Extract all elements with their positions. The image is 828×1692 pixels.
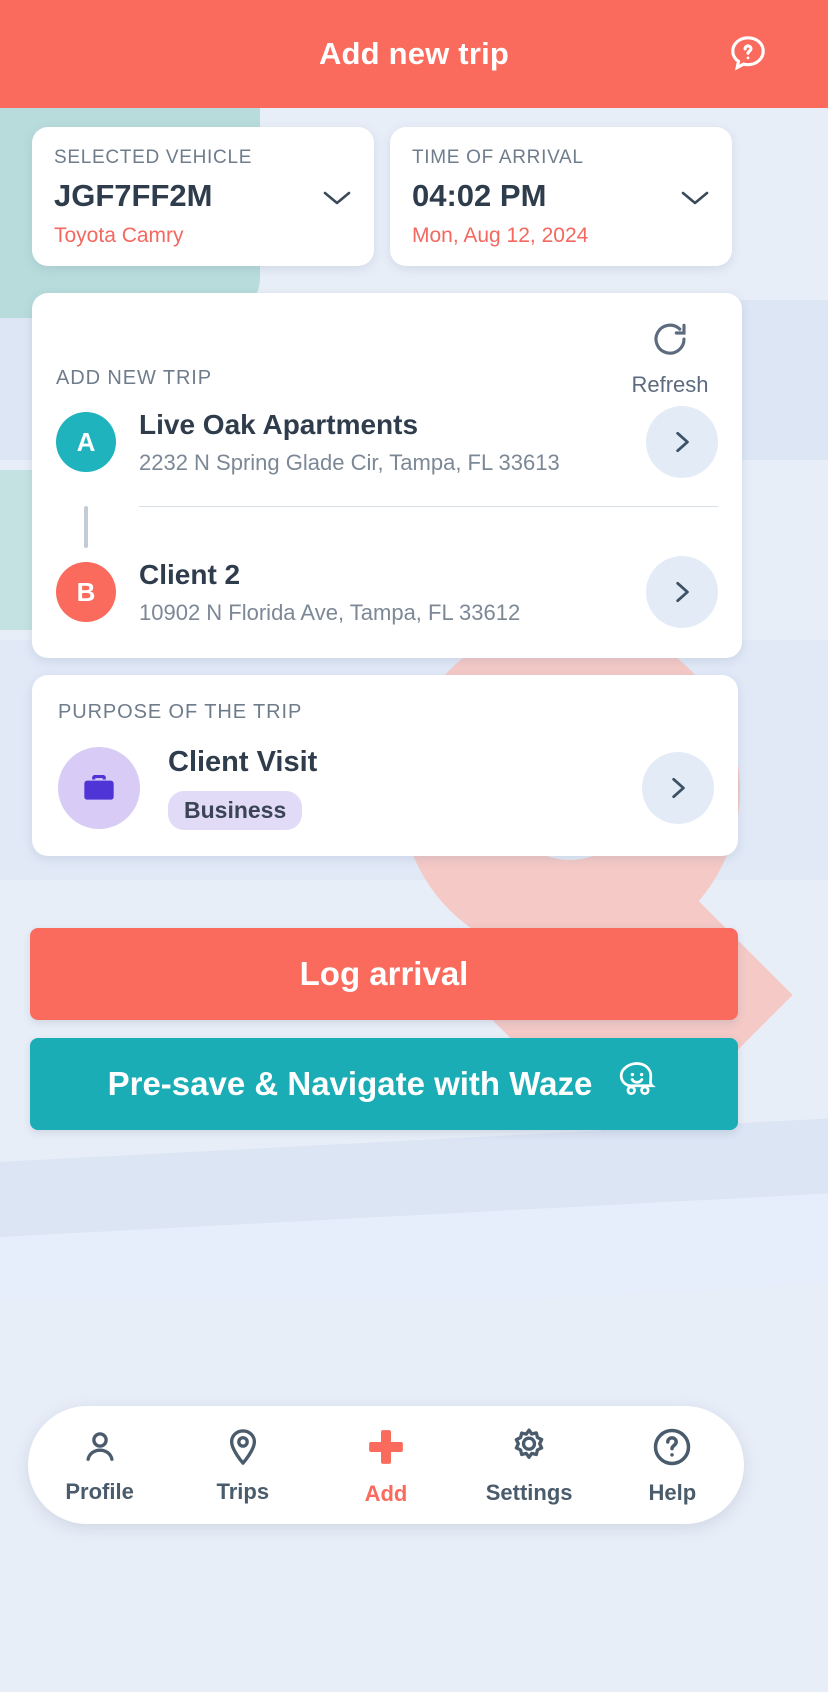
chevron-right-icon[interactable]	[642, 752, 714, 824]
stop-address: 10902 N Florida Ave, Tampa, FL 33612	[139, 599, 521, 625]
waze-smiley-icon	[614, 1057, 660, 1111]
nav-label-trips: Trips	[216, 1478, 270, 1504]
page-title: Add new trip	[318, 36, 510, 71]
time-of-arrival-value: 04:02 PM	[412, 178, 547, 213]
nav-item-add[interactable]: Add	[321, 1424, 451, 1507]
add-new-trip-label: ADD NEW TRIP	[56, 367, 212, 389]
nav-item-settings[interactable]: Settings	[464, 1425, 594, 1506]
app-header: Add new trip	[0, 0, 828, 108]
stop-name: Client 2	[139, 558, 241, 590]
status-badge: Business	[168, 791, 303, 830]
purpose-of-trip-card[interactable]: PURPOSE OF THE TRIP Client Visit Busines…	[32, 675, 738, 856]
purpose-label: PURPOSE OF THE TRIP	[58, 701, 303, 723]
stop-address: 2232 N Spring Glade Cir, Tampa, FL 33613	[139, 449, 560, 475]
stop-marker-b: B	[56, 562, 116, 622]
bottom-navigation-bar: Profile Trips Add Settings Help	[28, 1406, 744, 1524]
waze-navigate-button[interactable]: Pre-save & Navigate with Waze	[30, 1038, 738, 1130]
waze-label: Pre-save & Navigate with Waze	[107, 1065, 593, 1102]
log-arrival-button[interactable]: Log arrival	[30, 928, 738, 1020]
chevron-down-icon[interactable]	[680, 189, 710, 207]
selected-vehicle-model: Toyota Camry	[54, 224, 184, 247]
purpose-name: Client Visit	[168, 746, 318, 778]
refresh-label: Refresh	[631, 372, 709, 397]
plus-icon	[363, 1424, 409, 1475]
nav-label-help: Help	[648, 1479, 697, 1505]
time-of-arrival-date: Mon, Aug 12, 2024	[412, 224, 589, 247]
selector-row: SELECTED VEHICLE JGF7FF2M Toyota Camry T…	[32, 127, 796, 266]
chevron-right-icon[interactable]	[646, 556, 718, 628]
time-of-arrival-card[interactable]: TIME OF ARRIVAL 04:02 PM Mon, Aug 12, 20…	[390, 127, 732, 266]
briefcase-icon	[58, 747, 140, 829]
time-of-arrival-label: TIME OF ARRIVAL	[412, 147, 584, 168]
stop-connector	[56, 506, 718, 548]
nav-label-add: Add	[364, 1480, 408, 1506]
gear-icon	[507, 1425, 551, 1474]
selected-vehicle-label: SELECTED VEHICLE	[54, 147, 253, 168]
nav-item-help[interactable]: Help	[607, 1425, 737, 1506]
nav-label-settings: Settings	[485, 1479, 573, 1505]
map-pin-icon	[222, 1426, 264, 1473]
person-icon	[79, 1426, 121, 1473]
chevron-down-icon[interactable]	[322, 189, 352, 207]
help-chat-icon[interactable]	[724, 30, 772, 78]
stop-marker-a: A	[56, 412, 116, 472]
selected-vehicle-card[interactable]: SELECTED VEHICLE JGF7FF2M Toyota Camry	[32, 127, 374, 266]
nav-item-profile[interactable]: Profile	[35, 1426, 165, 1505]
log-arrival-label: Log arrival	[299, 955, 469, 992]
nav-item-trips[interactable]: Trips	[178, 1426, 308, 1505]
chevron-right-icon[interactable]	[646, 406, 718, 478]
trip-stop-row[interactable]: B Client 2 10902 N Florida Ave, Tampa, F…	[56, 548, 718, 636]
trip-stop-row[interactable]: A Live Oak Apartments 2232 N Spring Glad…	[56, 398, 718, 486]
add-new-trip-card: ADD NEW TRIP Refresh A Live Oak Apartmen…	[32, 293, 742, 658]
nav-label-profile: Profile	[65, 1478, 134, 1504]
selected-vehicle-value: JGF7FF2M	[54, 178, 213, 213]
stop-name: Live Oak Apartments	[139, 408, 419, 440]
question-circle-icon	[650, 1425, 694, 1474]
refresh-button[interactable]: Refresh	[622, 319, 718, 398]
